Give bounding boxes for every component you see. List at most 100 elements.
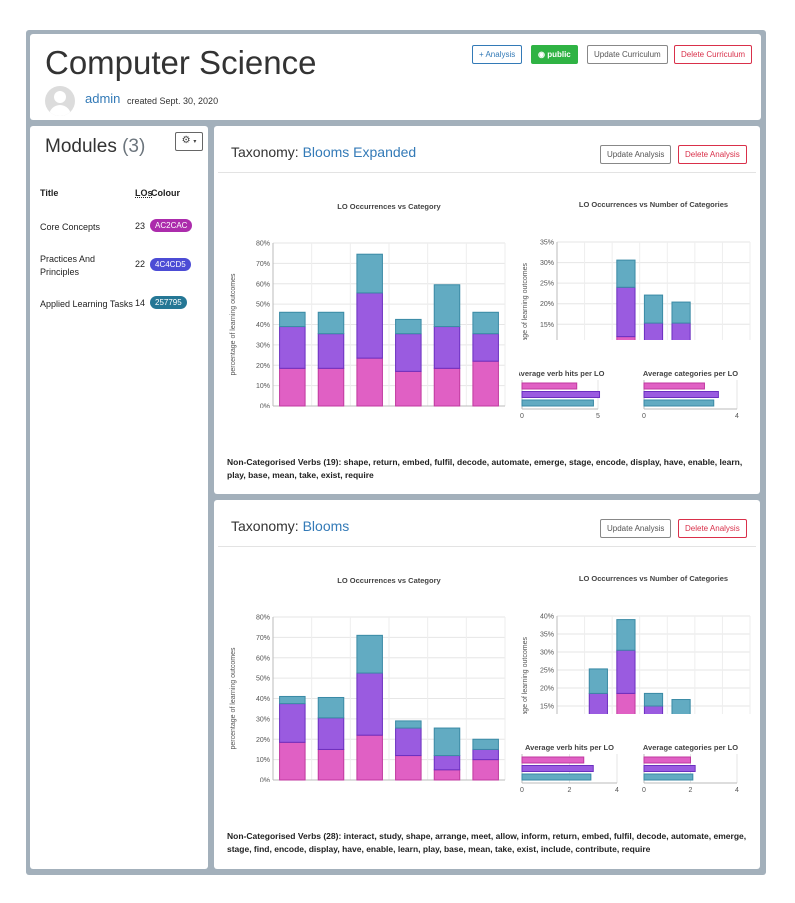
y-tick-label: 80% — [256, 615, 270, 622]
bar-segment — [395, 318, 422, 335]
chart-title: LO Occurrences vs Category — [337, 202, 441, 211]
x-tick-label: 0 — [520, 787, 524, 794]
update-analysis-button[interactable]: Update Analysis — [600, 145, 672, 164]
delete-analysis-button[interactable]: Delete Analysis — [678, 519, 747, 538]
bar — [521, 765, 594, 772]
module-colour-badge: AC2CAC — [150, 219, 193, 232]
module-lo-count: 22 — [135, 259, 146, 269]
avatar — [45, 86, 75, 116]
x-tick-label: 0 — [642, 413, 646, 420]
bar-segment — [279, 367, 306, 407]
y-tick-label: 60% — [256, 655, 270, 662]
bar — [521, 756, 585, 764]
bar — [521, 773, 592, 781]
y-tick-label: 40% — [256, 696, 270, 703]
y-tick-label: 35% — [540, 632, 554, 639]
col-los-header: LOs — [135, 188, 153, 198]
x-tick-label: 0 — [642, 787, 646, 794]
bar-segment — [616, 649, 636, 694]
delete-curriculum-button[interactable]: Delete Curriculum — [674, 45, 753, 64]
bar-segment — [643, 692, 664, 707]
y-tick-label: 25% — [540, 281, 554, 288]
update-analysis-button[interactable]: Update Analysis — [600, 519, 672, 538]
bar-segment — [643, 705, 664, 714]
bar-segment — [616, 336, 636, 340]
module-title[interactable]: Practices And Principles — [40, 253, 132, 279]
taxonomy-title: Taxonomy: Blooms — [231, 518, 349, 534]
bar-segment — [356, 672, 383, 736]
bar-segment — [279, 741, 306, 781]
analysis-card: Taxonomy: Blooms Expanded Update Analysi… — [214, 126, 760, 494]
bar-segment — [472, 738, 499, 750]
x-tick-label: 2 — [568, 787, 572, 794]
bar-segment — [643, 294, 664, 324]
update-curriculum-button[interactable]: Update Curriculum — [587, 45, 668, 64]
taxonomy-title: Taxonomy: Blooms Expanded — [231, 144, 416, 160]
chart-title: Average verb hits per LO — [525, 743, 614, 752]
module-lo-count: 23 — [135, 221, 146, 231]
bar-segment — [395, 370, 422, 407]
taxonomy-label: Taxonomy: — [231, 518, 299, 534]
bar-segment — [317, 333, 345, 369]
bar-segment — [356, 357, 383, 407]
bar-segment — [279, 326, 306, 369]
bar-segment — [643, 322, 664, 340]
bar — [521, 382, 578, 390]
bar-segment — [472, 333, 499, 362]
bar-segment — [279, 695, 306, 705]
bar-segment — [433, 755, 461, 771]
bar-segment — [433, 284, 461, 328]
bar-segment — [395, 727, 422, 757]
y-tick-label: 30% — [540, 260, 554, 267]
gear-icon: ⚙ — [181, 135, 191, 146]
bar — [643, 773, 694, 781]
y-tick-label: 70% — [256, 261, 270, 268]
y-tick-label: 25% — [540, 668, 554, 675]
col-title-header: Title — [40, 188, 59, 198]
delete-analysis-button[interactable]: Delete Analysis — [678, 145, 747, 164]
author-link[interactable]: admin — [85, 91, 120, 106]
y-axis-label: percentage of learning outcomes — [522, 263, 529, 340]
bar-segment — [317, 311, 345, 335]
bar-segment — [317, 696, 345, 719]
bar-segment — [356, 634, 383, 674]
bar-segment — [395, 755, 422, 781]
analysis-card: Taxonomy: Blooms Update Analysis Delete … — [214, 500, 760, 869]
non-categorised-verbs: Non-Categorised Verbs (19): shape, retur… — [227, 457, 743, 480]
chart-title: LO Occurrences vs Number of Categories — [579, 574, 728, 583]
y-tick-label: 20% — [540, 686, 554, 693]
module-title[interactable]: Core Concepts — [40, 221, 132, 234]
bar-segment — [279, 311, 306, 328]
bar-segment — [279, 703, 306, 743]
y-tick-label: 20% — [256, 737, 270, 744]
taxonomy-link[interactable]: Blooms — [303, 518, 350, 534]
y-tick-label: 30% — [540, 650, 554, 657]
add-analysis-button[interactable]: + Analysis — [472, 45, 523, 64]
chart-title: Average verb hits per LO — [519, 369, 605, 378]
y-tick-label: 60% — [256, 281, 270, 288]
bar-segment — [317, 748, 345, 781]
bar-segment — [472, 311, 499, 335]
lo-category-chart: LO Occurrences vs Category 0% 10% 20% 30% 40%… — [230, 202, 506, 408]
bar-segment — [671, 301, 691, 324]
module-lo-count: 14 — [135, 298, 146, 308]
chart-title: Average categories per LO — [643, 743, 738, 752]
y-tick-label: 50% — [256, 302, 270, 309]
bar-segment — [472, 360, 499, 407]
bar-segment — [616, 259, 636, 288]
y-tick-label: 40% — [540, 614, 554, 621]
module-settings-button[interactable]: ⚙ ▾ — [175, 132, 203, 151]
y-tick-label: 30% — [256, 716, 270, 723]
bar-segment — [472, 748, 499, 761]
bar-segment — [433, 326, 461, 369]
bar-segment — [671, 699, 691, 714]
module-title[interactable]: Applied Learning Tasks — [40, 298, 140, 311]
taxonomy-link[interactable]: Blooms Expanded — [303, 144, 417, 160]
modules-heading-text: Modules — [45, 136, 117, 157]
curriculum-header: Computer Science admin created Sept. 30,… — [30, 34, 761, 120]
x-tick-label: 4 — [735, 413, 739, 420]
y-axis-label: percentage of learning outcomes — [522, 637, 529, 714]
divider — [218, 172, 756, 173]
public-toggle-button[interactable]: ◉ public — [531, 45, 578, 64]
y-tick-label: 15% — [540, 322, 554, 329]
